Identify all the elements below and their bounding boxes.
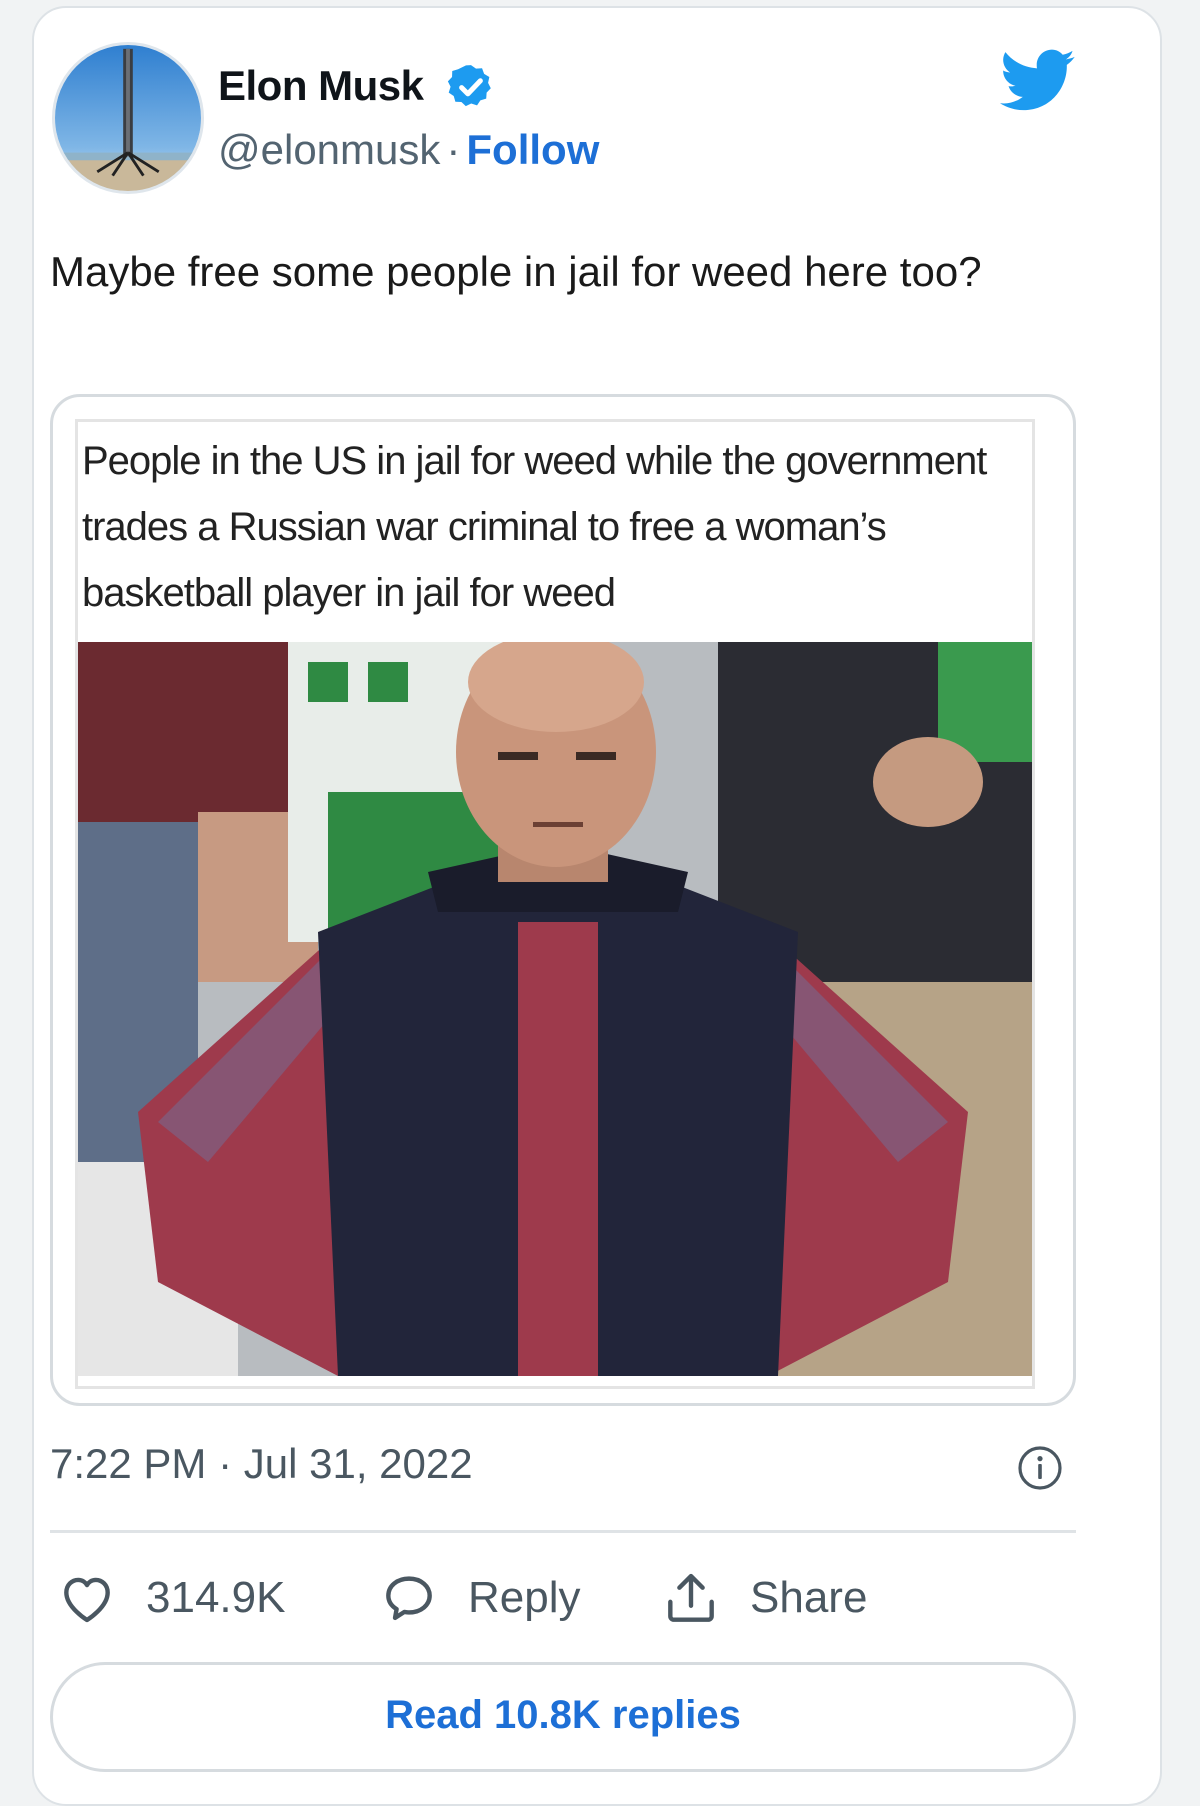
divider [50,1530,1076,1533]
verified-badge-icon [447,65,491,107]
share-upload-icon [668,1573,714,1622]
author-name[interactable]: Elon Musk [218,62,424,110]
quoted-media[interactable]: People in the US in jail for weed while … [50,394,1076,1406]
twitter-bird-icon[interactable] [1000,48,1076,114]
meme-frame: People in the US in jail for weed while … [75,419,1035,1389]
share-button[interactable]: Share [660,1566,867,1630]
avatar[interactable] [52,42,204,194]
info-icon[interactable] [1016,1444,1064,1492]
reply-label: Reply [468,1573,581,1622]
meme-caption: People in the US in jail for weed while … [82,439,987,615]
read-replies-button[interactable]: Read 10.8K replies [50,1662,1076,1772]
likes-count: 314.9K [146,1573,286,1622]
author-handle[interactable]: @elonmusk [218,126,440,173]
tweet-timestamp[interactable]: 7:22 PM · Jul 31, 2022 [50,1440,473,1488]
avatar-rocket-image [55,45,201,191]
follow-button[interactable]: Follow [466,126,599,173]
author-handle-row: @elonmusk · Follow [218,126,599,174]
share-label: Share [750,1573,868,1622]
tweet-text: Maybe free some people in jail for weed … [50,248,982,295]
reply-button[interactable]: Reply [378,1566,581,1630]
disappointed-fan-photo [78,642,1032,1376]
separator-dot: · [446,126,461,173]
like-button[interactable]: 314.9K [56,1566,285,1630]
meme-photo[interactable] [78,642,1032,1376]
heart-icon [64,1577,110,1623]
speech-bubble-icon [386,1576,432,1621]
